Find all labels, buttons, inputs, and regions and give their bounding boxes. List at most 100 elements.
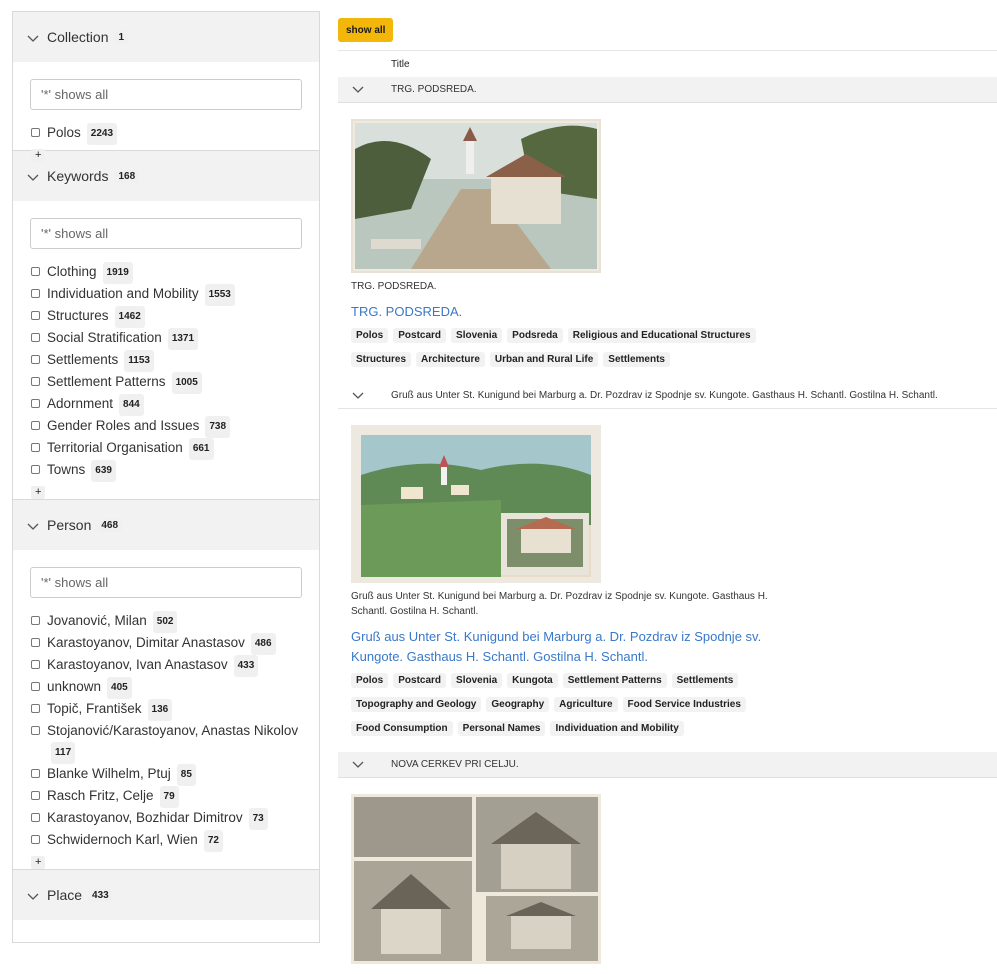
facet-option[interactable]: Territorial Organisation 661 — [30, 438, 303, 460]
facet-option[interactable]: Karastoyanov, Dimitar Anastasov 486 — [30, 633, 303, 655]
collection-search-input[interactable] — [30, 79, 302, 110]
postcard-image-podsreda[interactable] — [351, 119, 601, 273]
show-all-button[interactable]: show all — [338, 18, 394, 42]
tag[interactable]: Topography and Geology — [351, 697, 482, 712]
person-search-input[interactable] — [30, 567, 302, 598]
checkbox[interactable] — [31, 769, 40, 778]
tag[interactable]: Slovenia — [451, 673, 503, 688]
tag[interactable]: Postcard — [393, 673, 447, 688]
facet-option[interactable]: Blanke Wilhelm, Ptuj 85 — [30, 764, 303, 786]
option-count: 639 — [91, 460, 116, 482]
tag[interactable]: Postcard — [393, 328, 447, 343]
facet-option[interactable]: Adornment 844 — [30, 394, 303, 416]
chevron-down-icon[interactable] — [338, 392, 378, 400]
option-count: 79 — [159, 786, 179, 808]
facet-option[interactable]: Settlement Patterns 1005 — [30, 372, 303, 394]
facet-option[interactable]: Structures 1462 — [30, 306, 303, 328]
checkbox[interactable] — [31, 616, 40, 625]
chevron-down-icon[interactable] — [338, 86, 378, 94]
facet-option[interactable]: Towns 639 — [30, 460, 303, 482]
option-count: 486 — [250, 633, 276, 655]
tag[interactable]: Individuation and Mobility — [550, 721, 684, 736]
facet-count-badge: 168 — [114, 169, 140, 183]
tag[interactable]: Geography — [486, 697, 550, 712]
tag[interactable]: Religious and Educational Structures — [567, 328, 756, 343]
facet-option[interactable]: Karastoyanov, Bozhidar Dimitrov 73 — [30, 808, 303, 830]
option-count: 1153 — [124, 350, 154, 372]
facet-option[interactable]: Rasch Fritz, Celje 79 — [30, 786, 303, 808]
keywords-search-input[interactable] — [30, 218, 302, 249]
checkbox[interactable] — [31, 791, 40, 800]
facet-option[interactable]: Clothing 1919 — [30, 262, 303, 284]
tag[interactable]: Food Consumption — [351, 721, 453, 736]
chevron-down-icon[interactable] — [338, 761, 378, 769]
checkbox[interactable] — [31, 726, 40, 735]
facet-option[interactable]: Stojanović/Karastoyanov, Anastas Nikolov… — [30, 721, 303, 764]
option-label: Clothing — [47, 264, 97, 279]
checkbox[interactable] — [31, 443, 40, 452]
option-label: Structures — [47, 308, 109, 323]
checkbox[interactable] — [31, 128, 40, 137]
tag[interactable]: Polos — [351, 328, 389, 343]
tag[interactable]: Structures — [351, 352, 412, 367]
facet-option[interactable]: Polos 2243 — [30, 123, 303, 145]
checkbox[interactable] — [31, 835, 40, 844]
checkbox[interactable] — [31, 421, 40, 430]
checkbox[interactable] — [31, 813, 40, 822]
facet-option[interactable]: Individuation and Mobility 1553 — [30, 284, 303, 306]
option-label: unknown — [47, 679, 102, 694]
facet-header-collection[interactable]: Collection 1 — [13, 12, 319, 62]
checkbox[interactable] — [31, 660, 40, 669]
checkbox[interactable] — [31, 399, 40, 408]
tag[interactable]: Settlement Patterns — [562, 673, 667, 688]
option-count: 85 — [176, 764, 196, 786]
option-count: 433 — [233, 655, 259, 677]
tag[interactable]: Architecture — [416, 352, 485, 367]
tag[interactable]: Polos — [351, 673, 389, 688]
checkbox[interactable] — [31, 267, 40, 276]
result-link[interactable]: Gruß aus Unter St. Kunigund bei Marburg … — [351, 627, 781, 667]
result-link[interactable]: TRG. PODSREDA. — [351, 302, 781, 322]
tag[interactable]: Podsreda — [507, 328, 563, 343]
facet-header-keywords[interactable]: Keywords 168 — [13, 151, 319, 201]
facet-option[interactable]: unknown 405 — [30, 677, 303, 699]
facet-option[interactable]: Topič, František 136 — [30, 699, 303, 721]
facet-header-person[interactable]: Person 468 — [13, 500, 319, 550]
option-count: 844 — [119, 394, 144, 416]
checkbox[interactable] — [31, 465, 40, 474]
show-more-button[interactable]: + — [31, 856, 46, 869]
column-header-title[interactable]: Title — [338, 50, 997, 77]
tag[interactable]: Slovenia — [451, 328, 503, 343]
show-more-button[interactable]: + — [31, 486, 46, 499]
facet-option[interactable]: Gender Roles and Issues 738 — [30, 416, 303, 438]
postcard-image-kungota[interactable] — [351, 425, 601, 583]
tag[interactable]: Personal Names — [457, 721, 546, 736]
facet-option[interactable]: Schwidernoch Karl, Wien 72 — [30, 830, 303, 852]
checkbox[interactable] — [31, 289, 40, 298]
tag[interactable]: Settlements — [671, 673, 739, 688]
checkbox[interactable] — [31, 311, 40, 320]
facet-option[interactable]: Settlements 1153 — [30, 350, 303, 372]
checkbox[interactable] — [31, 377, 40, 386]
show-more-button[interactable]: + — [31, 149, 46, 162]
tag[interactable]: Kungota — [507, 673, 558, 688]
result-row-header[interactable]: Gruß aus Unter St. Kunigund bei Marburg … — [338, 383, 997, 409]
checkbox[interactable] — [31, 355, 40, 364]
checkbox[interactable] — [31, 333, 40, 342]
facet-option[interactable]: Social Stratification 1371 — [30, 328, 303, 350]
result-row-header[interactable]: TRG. PODSREDA. — [338, 77, 997, 103]
postcard-image-nova-cerkev[interactable] — [351, 794, 601, 964]
checkbox[interactable] — [31, 704, 40, 713]
facet-body-person: Jovanović, Milan 502 Karastoyanov, Dimita… — [13, 550, 319, 870]
checkbox[interactable] — [31, 682, 40, 691]
facet-option[interactable]: Karastoyanov, Ivan Anastasov 433 — [30, 655, 303, 677]
facet-option[interactable]: Jovanović, Milan 502 — [30, 611, 303, 633]
tag[interactable]: Agriculture — [554, 697, 618, 712]
tag[interactable]: Food Service Industries — [622, 697, 746, 712]
facet-header-place[interactable]: Place 433 — [13, 870, 319, 920]
tag[interactable]: Urban and Rural Life — [489, 352, 599, 367]
checkbox[interactable] — [31, 638, 40, 647]
result-row-header[interactable]: NOVA CERKEV PRI CELJU. — [338, 752, 997, 778]
tag[interactable]: Settlements — [603, 352, 670, 367]
facet-sidebar: Collection 1 Polos 2243 + Keywords 168 Cl… — [12, 11, 320, 943]
